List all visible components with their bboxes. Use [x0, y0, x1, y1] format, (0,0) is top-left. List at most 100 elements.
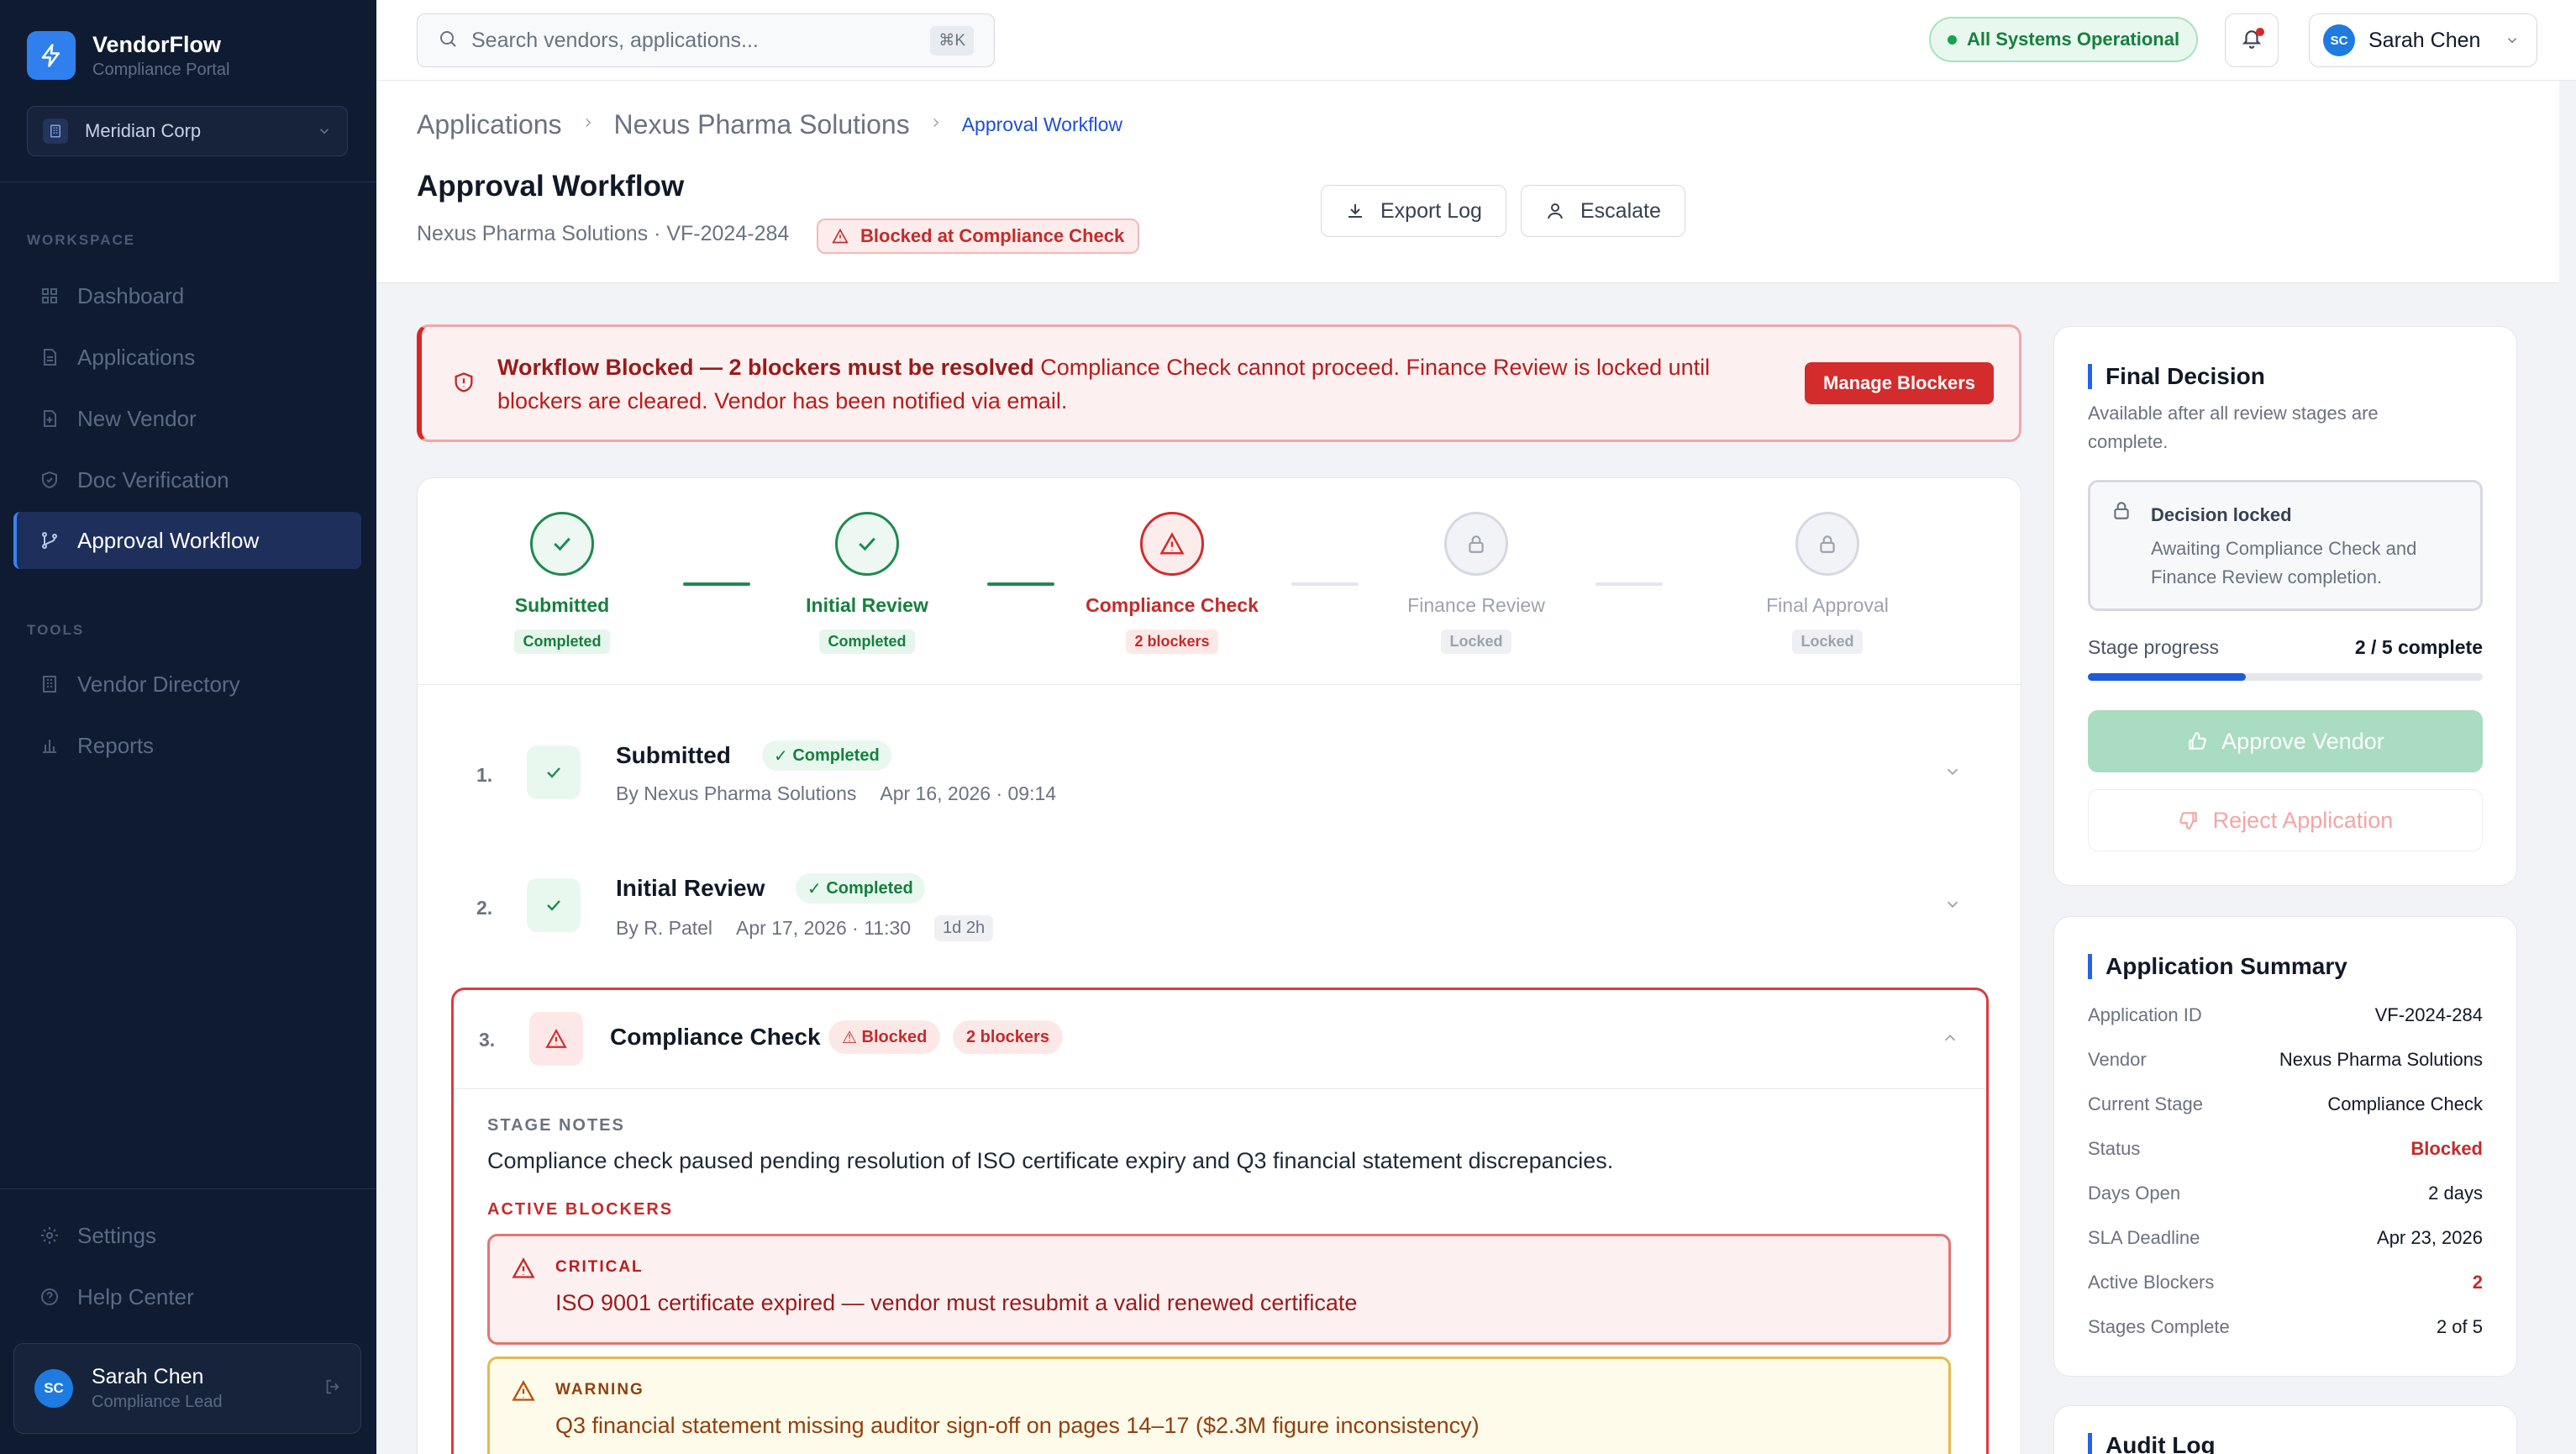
stage-header[interactable]: 3. Compliance Check ⚠ Blocked 2 blockers [454, 990, 1986, 1089]
export-log-button[interactable]: Export Log [1321, 185, 1506, 237]
final-decision-title: Final Decision [2088, 364, 2265, 389]
page-subtitle: Nexus Pharma Solutions · VF-2024-284 [417, 222, 790, 245]
step-submitted[interactable]: Submitted Completed [444, 512, 680, 654]
blocker-count-tag: 2 blockers [953, 1020, 1063, 1054]
stage-status-tag: ⚠ Blocked [828, 1020, 941, 1054]
nav-vendor-directory[interactable]: Vendor Directory [13, 656, 361, 713]
stage-row-initial-review[interactable]: 2. Initial Review ✓ Completed By R. Pate… [451, 856, 1989, 966]
org-switcher[interactable]: Meridian Corp [27, 106, 348, 156]
stage-number: 1. [476, 764, 493, 786]
active-blockers-label: ACTIVE BLOCKERS [487, 1200, 674, 1219]
summary-key: Current Stage [2088, 1093, 2203, 1114]
gear-icon [37, 1223, 62, 1248]
step-compliance-check[interactable]: Compliance Check 2 blockers [1054, 512, 1290, 654]
step-connector [1596, 582, 1663, 586]
stage-notes-label: STAGE NOTES [487, 1116, 625, 1135]
nav-approval-workflow[interactable]: Approval Workflow [13, 512, 361, 569]
sidebar: VendorFlow Compliance Portal Meridian Co… [0, 0, 376, 1454]
nav-settings[interactable]: Settings [13, 1207, 361, 1264]
blocker-level: CRITICAL [555, 1258, 644, 1276]
nav-reports[interactable]: Reports [13, 717, 361, 774]
user-name: Sarah Chen [92, 1365, 204, 1388]
stage-row-compliance-check: 3. Compliance Check ⚠ Blocked 2 blockers… [451, 988, 1989, 1454]
brand: VendorFlow Compliance Portal [27, 30, 229, 81]
building-icon [37, 672, 62, 697]
summary-value: Nexus Pharma Solutions [2279, 1049, 2483, 1070]
breadcrumb-applications[interactable]: Applications [417, 109, 562, 140]
status-dot [1948, 34, 1957, 45]
nav-new-vendor[interactable]: New Vendor [13, 390, 361, 447]
chevron-down-icon[interactable] [1943, 895, 1962, 918]
nav-label: Vendor Directory [77, 671, 240, 697]
export-log-label: Export Log [1380, 198, 1482, 223]
shortcut-hint: ⌘K [930, 26, 974, 55]
user-name: Sarah Chen [2368, 28, 2481, 52]
sidebar-user-card[interactable]: SC Sarah Chen Compliance Lead [13, 1343, 361, 1434]
chevron-down-icon [317, 124, 332, 143]
summary-key: Active Blockers [2088, 1272, 2215, 1293]
chevron-up-icon[interactable] [1941, 1029, 1959, 1051]
escalate-button[interactable]: Escalate [1521, 185, 1685, 237]
stage-status-label: Completed [792, 745, 880, 765]
nav-help-center[interactable]: Help Center [13, 1268, 361, 1325]
step-badge: 2 blockers [1126, 630, 1218, 654]
user-icon [1548, 203, 1563, 219]
summary-value: 2 [2472, 1272, 2483, 1293]
stage-notes: Compliance check paused pending resoluti… [487, 1148, 1614, 1173]
workflow-card: Submitted Completed Initial Review Compl… [417, 477, 2021, 1454]
summary-key: Vendor [2088, 1049, 2147, 1070]
user-role: Compliance Lead [92, 1393, 223, 1411]
blocker-critical[interactable]: CRITICAL ISO 9001 certificate expired — … [487, 1234, 1951, 1345]
summary-row: Current Stage Compliance Check [2088, 1092, 2483, 1117]
nav-applications[interactable]: Applications [13, 329, 361, 386]
step-connector [1291, 582, 1359, 586]
notifications-button[interactable] [2225, 13, 2279, 67]
warning-icon [512, 1379, 535, 1407]
nav-doc-verification[interactable]: Doc Verification [13, 451, 361, 508]
summary-key: Stages Complete [2088, 1316, 2230, 1337]
notification-dot [2256, 28, 2264, 36]
summary-key: Days Open [2088, 1183, 2181, 1204]
breadcrumb-vendor[interactable]: Nexus Pharma Solutions [614, 109, 910, 140]
stage-row-submitted[interactable]: 1. Submitted ✓ Completed By Nexus Pharma… [451, 724, 1989, 833]
search-input[interactable]: Search vendors, applications... ⌘K [417, 13, 995, 67]
status-badge: Blocked at Compliance Check [817, 219, 1140, 254]
nav-label: Doc Verification [77, 466, 229, 493]
stage-duration: 1d 2h [934, 915, 994, 941]
status-badge-label: Blocked at Compliance Check [860, 225, 1125, 246]
summary-row: Days Open 2 days [2088, 1181, 2483, 1206]
stage-number: 2. [476, 897, 493, 919]
stage-timestamp: Apr 17, 2026 · 11:30 [736, 917, 912, 939]
nav-dashboard[interactable]: Dashboard [13, 267, 361, 324]
approve-vendor-button[interactable]: Approve Vendor [2088, 710, 2483, 772]
bar-chart-icon [37, 733, 62, 758]
reject-application-button[interactable]: Reject Application [2088, 789, 2483, 851]
escalate-label: Escalate [1580, 198, 1661, 223]
step-initial-review[interactable]: Initial Review Completed [749, 512, 985, 654]
step-finance-review[interactable]: Finance Review Locked [1359, 512, 1594, 654]
check-icon [527, 878, 581, 932]
blocker-warning[interactable]: WARNING Q3 financial statement missing a… [487, 1357, 1951, 1454]
user-menu[interactable]: SC Sarah Chen [2309, 13, 2537, 67]
audit-log-title: Audit Log [2088, 1433, 2216, 1454]
check-icon [530, 512, 594, 576]
progress-value: 2 / 5 complete [2354, 636, 2483, 658]
blocked-alert: Workflow Blocked — 2 blockers must be re… [417, 324, 2021, 442]
stage-status-label: Completed [826, 878, 913, 898]
step-connector [683, 582, 750, 586]
blocker-level: WARNING [555, 1381, 644, 1399]
step-final-approval[interactable]: Final Approval Locked [1710, 512, 1945, 654]
nav-label: Dashboard [77, 282, 185, 308]
shield-alert-icon [452, 371, 476, 398]
download-icon [1348, 204, 1362, 218]
summary-value: Apr 23, 2026 [2377, 1227, 2483, 1248]
git-branch-icon [37, 528, 62, 553]
summary-row: Active Blockers 2 [2088, 1270, 2483, 1295]
step-name: Compliance Check [1086, 594, 1259, 616]
manage-blockers-button[interactable]: Manage Blockers [1805, 362, 1994, 404]
logout-icon[interactable] [323, 1378, 342, 1400]
chevron-down-icon[interactable] [1943, 762, 1962, 785]
final-decision-subtitle: Available after all review stages are co… [2088, 403, 2379, 452]
summary-value: Compliance Check [2327, 1093, 2483, 1114]
chevron-right-icon [581, 115, 596, 134]
